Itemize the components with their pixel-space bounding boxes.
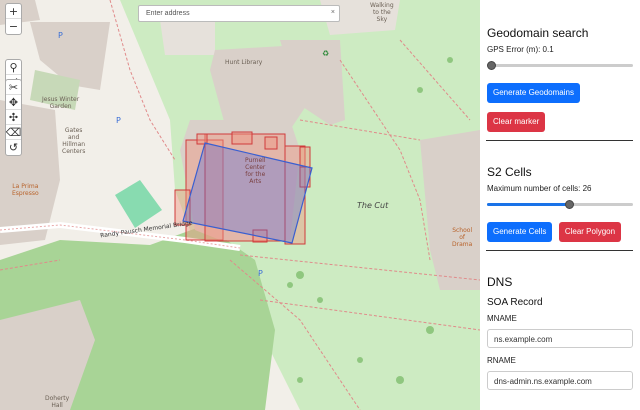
gps-error-label: GPS Error (m): 0.1	[487, 45, 554, 54]
rname-label: RNAME	[487, 356, 516, 365]
the-cut-label: The Cut	[357, 201, 389, 210]
rotate-shape-icon[interactable]: ✣	[6, 110, 21, 125]
map-view[interactable]: P P P ♻ Enter address × + − ⚲ ⟋ ✂ ✥ ✣ ⌫ …	[0, 0, 480, 410]
svg-text:♻: ♻	[322, 49, 329, 58]
undo-icon[interactable]: ↺	[6, 140, 21, 155]
clear-polygon-button[interactable]: Clear Polygon	[558, 222, 622, 242]
rname-field[interactable]: dns-admin.ns.example.com	[487, 371, 633, 390]
doherty-label: Doherty Hall	[45, 395, 70, 409]
svg-text:P: P	[116, 116, 121, 125]
address-search-input[interactable]: Enter address ×	[138, 5, 340, 22]
mname-field[interactable]: ns.example.com	[487, 329, 633, 348]
edit-toolbar: ✂ ✥ ✣ ⌫ ↺	[5, 79, 22, 156]
zoom-out-button[interactable]: −	[6, 19, 21, 34]
geodomain-title: Geodomain search	[487, 26, 589, 40]
jesus-garden-label: Jesus Winter Garden	[42, 96, 80, 110]
clear-marker-button[interactable]: Clear marker	[487, 112, 546, 132]
hunt-library-label: Hunt Library	[225, 59, 263, 66]
s2-cells-title: S2 Cells	[487, 165, 532, 179]
espresso-label: La Prima Espresso	[12, 183, 39, 197]
pool-shape	[115, 180, 162, 228]
eraser-icon[interactable]: ⌫	[6, 125, 21, 140]
control-panel: Geodomain search GPS Error (m): 0.1 Gene…	[480, 0, 640, 410]
max-cells-slider[interactable]	[487, 199, 633, 209]
generate-geodomains-button[interactable]: Generate Geodomains	[487, 83, 580, 103]
purnell-label: Purnell Center for the Arts	[245, 157, 266, 185]
clear-search-icon[interactable]: ×	[331, 9, 335, 16]
search-placeholder: Enter address	[146, 10, 190, 17]
gps-error-slider-thumb[interactable]	[487, 61, 496, 70]
cut-icon[interactable]: ✂	[6, 80, 21, 95]
section-divider	[486, 140, 633, 141]
walking-to-sky-label: Walking to the Sky	[370, 2, 394, 23]
dns-title: DNS	[487, 275, 513, 289]
marker-icon[interactable]: ⚲	[6, 60, 21, 75]
zoom-control: + −	[5, 3, 22, 35]
soa-record-title: SOA Record	[487, 297, 543, 308]
svg-text:P: P	[58, 31, 63, 40]
section-divider	[486, 250, 633, 251]
drag-icon[interactable]: ✥	[6, 95, 21, 110]
gps-error-slider[interactable]	[487, 60, 633, 70]
generate-cells-button[interactable]: Generate Cells	[487, 222, 553, 242]
max-cells-slider-thumb[interactable]	[565, 200, 575, 209]
gates-hillman-label: Gates and Hillman Centers	[62, 127, 86, 155]
zoom-in-button[interactable]: +	[6, 4, 21, 19]
mname-label: MNAME	[487, 314, 517, 323]
school-drama-label: School of Drama	[452, 227, 473, 248]
max-cells-label: Maximum number of cells: 26	[487, 184, 592, 193]
svg-text:P: P	[258, 269, 263, 278]
